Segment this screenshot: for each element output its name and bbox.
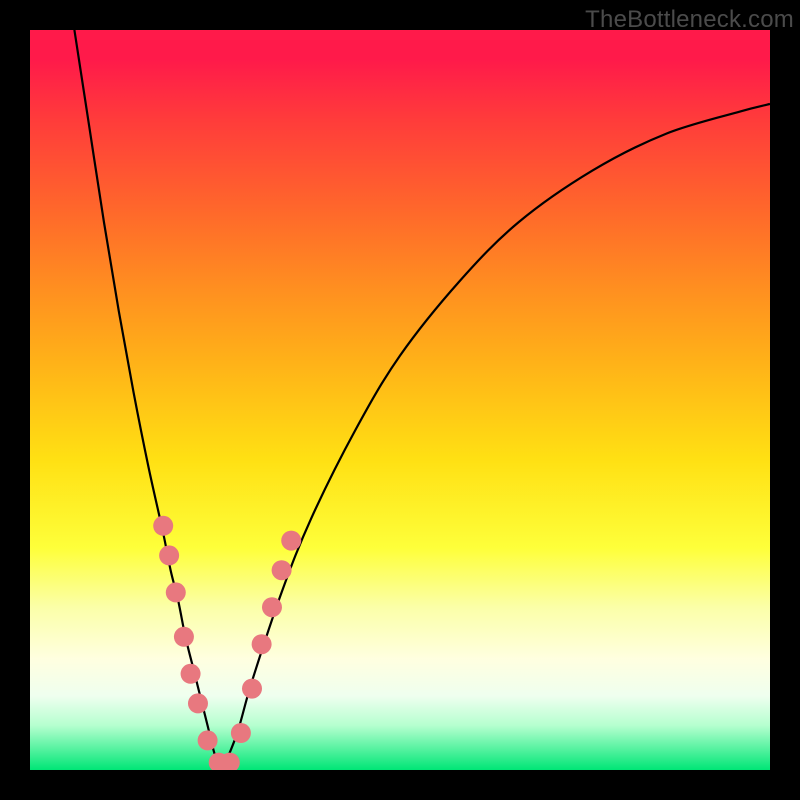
watermark-text: TheBottleneck.com bbox=[585, 6, 794, 34]
bead-point bbox=[153, 516, 173, 536]
bead-cluster bbox=[153, 516, 301, 770]
left-curve bbox=[74, 30, 222, 770]
curves-svg bbox=[30, 30, 770, 770]
right-curve bbox=[222, 104, 770, 770]
chart-frame: TheBottleneck.com bbox=[0, 0, 800, 800]
bead-point bbox=[181, 664, 201, 684]
bead-point bbox=[252, 634, 272, 654]
bead-point bbox=[262, 597, 282, 617]
bead-point bbox=[281, 531, 301, 551]
plot-area bbox=[30, 30, 770, 770]
bead-point bbox=[166, 582, 186, 602]
bead-point bbox=[231, 723, 251, 743]
bead-point bbox=[174, 627, 194, 647]
bead-point bbox=[198, 730, 218, 750]
bead-point bbox=[188, 693, 208, 713]
bead-point bbox=[272, 560, 292, 580]
bead-point bbox=[242, 679, 262, 699]
bead-point bbox=[159, 545, 179, 565]
